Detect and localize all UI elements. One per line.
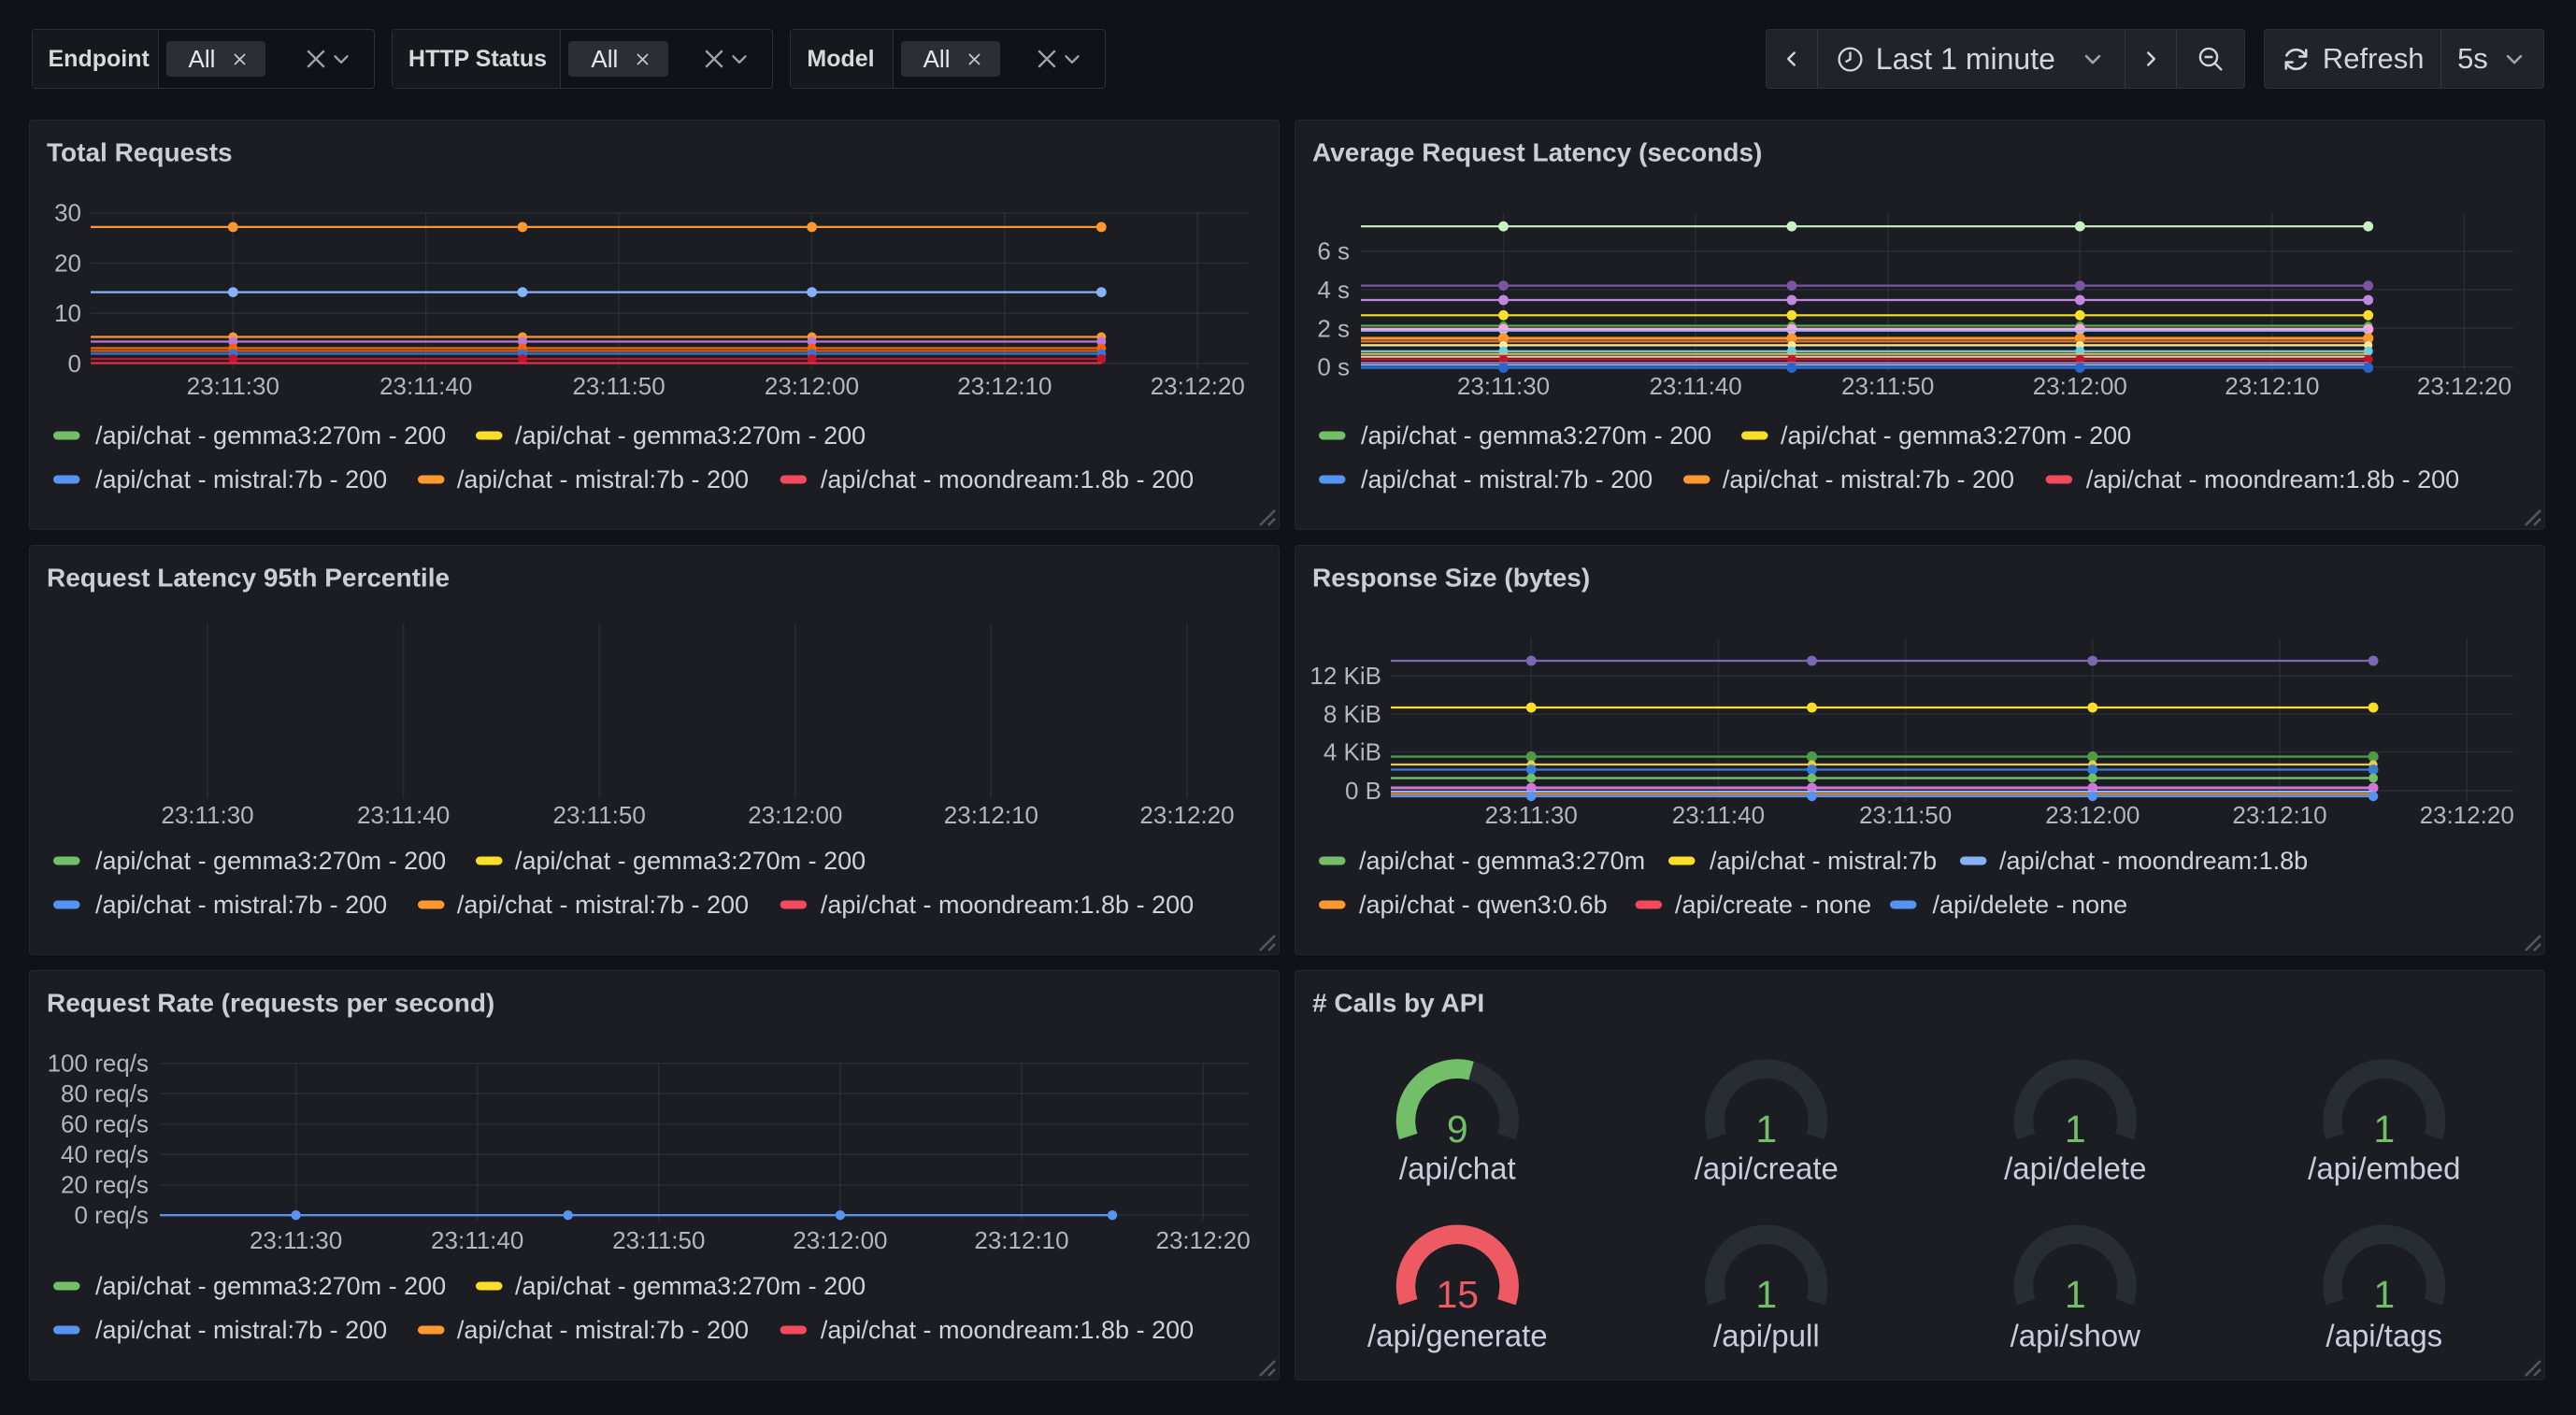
svg-text:23:12:10: 23:12:10 xyxy=(2225,372,2319,400)
svg-text:23:12:00: 23:12:00 xyxy=(765,372,859,400)
svg-text:1: 1 xyxy=(2373,1108,2395,1151)
svg-text:/api/pull: /api/pull xyxy=(1713,1319,1820,1353)
svg-text:30: 30 xyxy=(54,199,81,227)
svg-text:23:11:40: 23:11:40 xyxy=(357,801,450,829)
svg-text:Request Latency 95th Percentil: Request Latency 95th Percentile xyxy=(47,564,450,593)
svg-text:# Calls by API: # Calls by API xyxy=(1312,989,1484,1018)
svg-text:23:12:20: 23:12:20 xyxy=(2420,801,2514,829)
svg-text:/api/show: /api/show xyxy=(2011,1319,2141,1353)
svg-text:9: 9 xyxy=(1447,1108,1468,1151)
svg-text:60 req/s: 60 req/s xyxy=(61,1110,149,1138)
svg-text:23:11:40: 23:11:40 xyxy=(431,1226,523,1254)
svg-text:/api/chat - qwen3:0.6b: /api/chat - qwen3:0.6b xyxy=(1359,891,1608,919)
svg-text:23:12:10: 23:12:10 xyxy=(2232,801,2326,829)
svg-text:0 req/s: 0 req/s xyxy=(75,1201,150,1229)
svg-text:23:12:10: 23:12:10 xyxy=(957,372,1052,400)
svg-text:/api/chat - moondream:1.8b: /api/chat - moondream:1.8b xyxy=(1999,847,2308,875)
svg-text:23:12:20: 23:12:20 xyxy=(1155,1226,1250,1254)
svg-text:/api/create: /api/create xyxy=(1695,1151,1839,1186)
svg-text:1: 1 xyxy=(2065,1273,2086,1316)
svg-text:23:11:30: 23:11:30 xyxy=(161,801,253,829)
svg-text:6 s: 6 s xyxy=(1317,237,1350,265)
svg-text:/api/tags: /api/tags xyxy=(2326,1319,2442,1353)
svg-text:/api/delete - none: /api/delete - none xyxy=(1933,891,2128,919)
svg-text:1: 1 xyxy=(1755,1273,1777,1316)
svg-text:23:12:00: 23:12:00 xyxy=(2045,801,2140,829)
svg-text:/api/generate: /api/generate xyxy=(1367,1319,1548,1353)
svg-text:/api/chat - moondream:1.8b - 2: /api/chat - moondream:1.8b - 200 xyxy=(821,465,1194,493)
svg-text:20 req/s: 20 req/s xyxy=(61,1171,149,1199)
svg-text:/api/embed: /api/embed xyxy=(2308,1151,2460,1186)
svg-text:/api/chat - mistral:7b - 200: /api/chat - mistral:7b - 200 xyxy=(95,891,387,919)
svg-text:80 req/s: 80 req/s xyxy=(61,1079,149,1108)
svg-text:/api/chat - gemma3:270m: /api/chat - gemma3:270m xyxy=(1359,847,1645,875)
svg-text:23:12:20: 23:12:20 xyxy=(2417,372,2512,400)
svg-text:Average Request Latency (secon: Average Request Latency (seconds) xyxy=(1312,138,1762,167)
svg-text:100 req/s: 100 req/s xyxy=(48,1050,149,1078)
svg-text:/api/chat - gemma3:270m - 200: /api/chat - gemma3:270m - 200 xyxy=(515,1272,866,1300)
svg-text:23:12:00: 23:12:00 xyxy=(748,801,842,829)
svg-text:/api/chat - gemma3:270m - 200: /api/chat - gemma3:270m - 200 xyxy=(1361,422,1711,450)
svg-text:/api/chat - mistral:7b: /api/chat - mistral:7b xyxy=(1710,847,1937,875)
svg-text:/api/chat - gemma3:270m - 200: /api/chat - gemma3:270m - 200 xyxy=(95,847,446,875)
svg-text:Request Rate (requests per sec: Request Rate (requests per second) xyxy=(47,989,494,1018)
svg-text:/api/chat - mistral:7b - 200: /api/chat - mistral:7b - 200 xyxy=(95,465,387,493)
svg-text:/api/chat - gemma3:270m - 200: /api/chat - gemma3:270m - 200 xyxy=(515,422,866,450)
svg-text:23:11:30: 23:11:30 xyxy=(250,1226,342,1254)
svg-text:23:11:40: 23:11:40 xyxy=(379,372,472,400)
svg-text:/api/chat - moondream:1.8b - 2: /api/chat - moondream:1.8b - 200 xyxy=(821,1316,1194,1344)
svg-text:12 KiB: 12 KiB xyxy=(1309,662,1381,690)
svg-text:/api/chat: /api/chat xyxy=(1399,1151,1516,1186)
svg-text:/api/chat - mistral:7b - 200: /api/chat - mistral:7b - 200 xyxy=(95,1316,387,1344)
svg-text:0 B: 0 B xyxy=(1345,777,1381,805)
svg-text:23:11:30: 23:11:30 xyxy=(1485,801,1578,829)
svg-text:23:12:10: 23:12:10 xyxy=(974,1226,1068,1254)
svg-text:4 s: 4 s xyxy=(1317,276,1350,304)
svg-text:4 KiB: 4 KiB xyxy=(1324,738,1381,766)
svg-text:/api/chat - mistral:7b - 200: /api/chat - mistral:7b - 200 xyxy=(457,465,749,493)
svg-text:/api/chat - mistral:7b - 200: /api/chat - mistral:7b - 200 xyxy=(457,1316,749,1344)
svg-text:23:12:10: 23:12:10 xyxy=(944,801,1038,829)
svg-text:23:12:00: 23:12:00 xyxy=(793,1226,887,1254)
svg-text:/api/chat - moondream:1.8b - 2: /api/chat - moondream:1.8b - 200 xyxy=(821,891,1194,919)
svg-text:20: 20 xyxy=(54,250,81,278)
svg-text:1: 1 xyxy=(1755,1108,1777,1151)
svg-text:/api/chat - mistral:7b - 200: /api/chat - mistral:7b - 200 xyxy=(457,891,749,919)
svg-text:40 req/s: 40 req/s xyxy=(61,1140,149,1168)
svg-text:23:11:40: 23:11:40 xyxy=(1672,801,1765,829)
svg-text:23:11:30: 23:11:30 xyxy=(1457,372,1550,400)
svg-text:23:11:50: 23:11:50 xyxy=(553,801,646,829)
svg-text:/api/chat - gemma3:270m - 200: /api/chat - gemma3:270m - 200 xyxy=(515,847,866,875)
svg-text:/api/chat - gemma3:270m - 200: /api/chat - gemma3:270m - 200 xyxy=(1781,422,2131,450)
svg-text:/api/chat - mistral:7b - 200: /api/chat - mistral:7b - 200 xyxy=(1723,465,2014,493)
svg-text:1: 1 xyxy=(2065,1108,2086,1151)
svg-text:/api/create - none: /api/create - none xyxy=(1675,891,1871,919)
svg-text:23:12:20: 23:12:20 xyxy=(1151,372,1245,400)
svg-text:/api/chat - gemma3:270m - 200: /api/chat - gemma3:270m - 200 xyxy=(95,1272,446,1300)
svg-text:Response Size (bytes): Response Size (bytes) xyxy=(1312,564,1590,593)
svg-text:0: 0 xyxy=(68,350,81,378)
svg-text:23:11:50: 23:11:50 xyxy=(1859,801,1952,829)
svg-text:23:11:50: 23:11:50 xyxy=(612,1226,705,1254)
svg-text:23:11:30: 23:11:30 xyxy=(187,372,279,400)
svg-text:/api/chat - mistral:7b - 200: /api/chat - mistral:7b - 200 xyxy=(1361,465,1653,493)
svg-text:23:12:20: 23:12:20 xyxy=(1139,801,1234,829)
svg-text:23:12:00: 23:12:00 xyxy=(2033,372,2127,400)
svg-text:2 s: 2 s xyxy=(1317,314,1350,342)
svg-text:1: 1 xyxy=(2373,1273,2395,1316)
svg-text:15: 15 xyxy=(1436,1273,1479,1316)
svg-text:23:11:40: 23:11:40 xyxy=(1649,372,1741,400)
svg-text:23:11:50: 23:11:50 xyxy=(1841,372,1934,400)
svg-text:10: 10 xyxy=(54,299,81,327)
svg-text:8 KiB: 8 KiB xyxy=(1324,700,1381,728)
svg-text:/api/delete: /api/delete xyxy=(2004,1151,2146,1186)
svg-text:23:11:50: 23:11:50 xyxy=(572,372,665,400)
svg-text:0 s: 0 s xyxy=(1317,353,1350,381)
svg-text:/api/chat - moondream:1.8b - 2: /api/chat - moondream:1.8b - 200 xyxy=(2086,465,2459,493)
svg-text:/api/chat - gemma3:270m - 200: /api/chat - gemma3:270m - 200 xyxy=(95,422,446,450)
svg-text:Total Requests: Total Requests xyxy=(47,138,233,167)
